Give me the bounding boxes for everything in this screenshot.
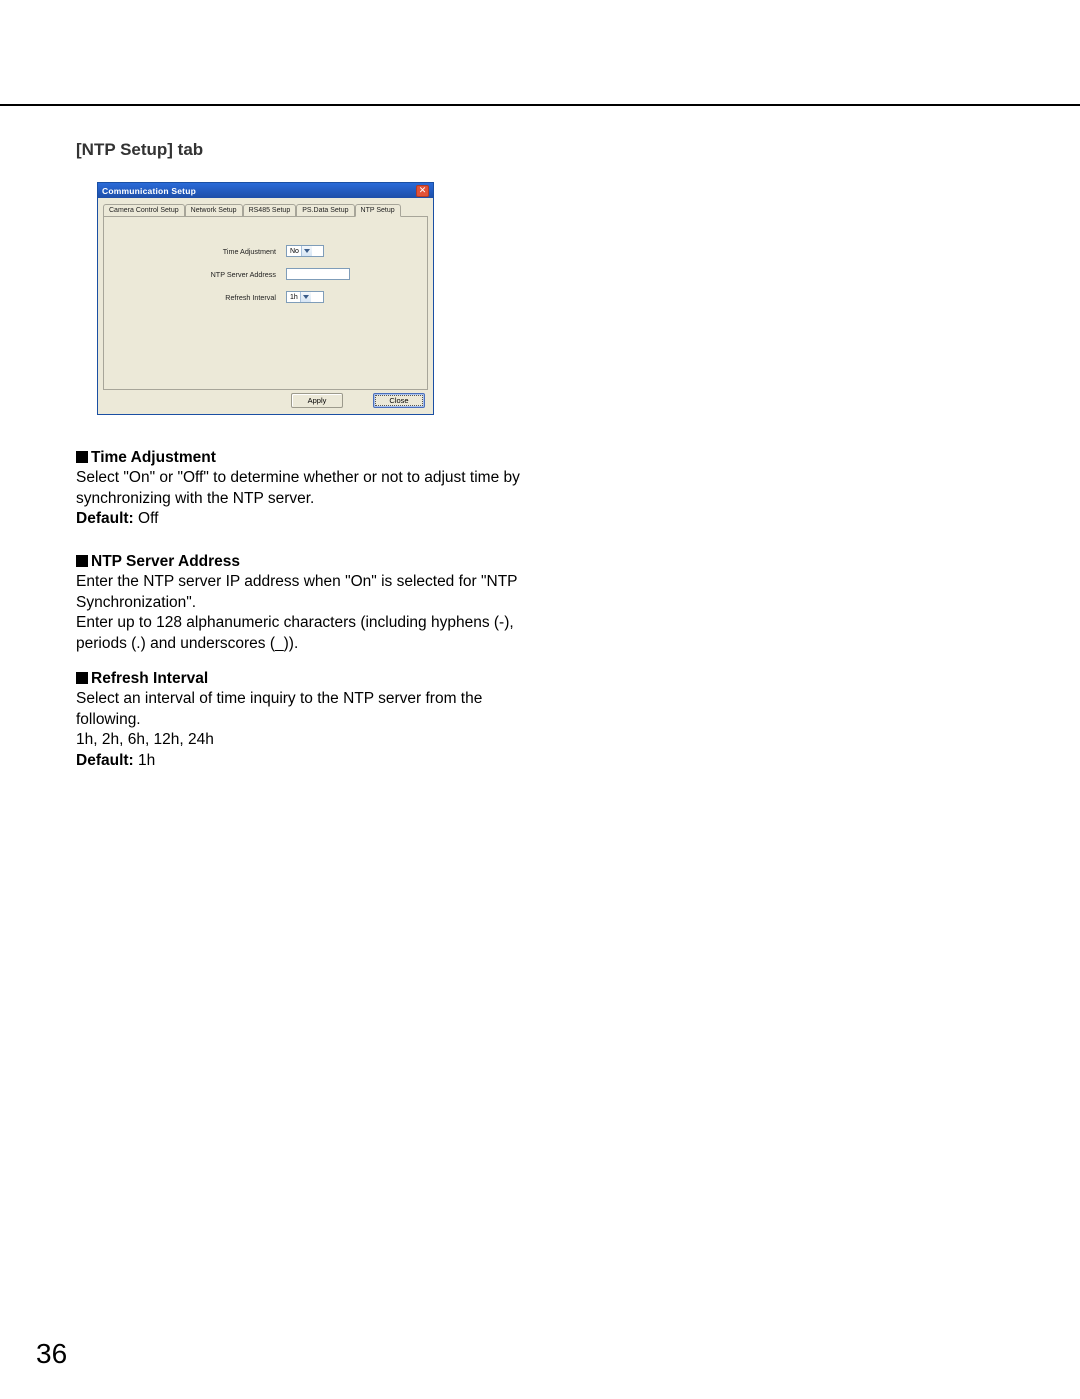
section-title: [NTP Setup] tab xyxy=(76,140,203,160)
communication-setup-dialog: Communication Setup ✕ Camera Control Set… xyxy=(97,182,434,415)
heading-ntp-server-address: NTP Server Address xyxy=(91,553,240,570)
tab-strip: Camera Control Setup Network Setup RS485… xyxy=(103,203,428,216)
label-time-adjustment: Time Adjustment xyxy=(116,247,286,256)
label-ntp-server-address: NTP Server Address xyxy=(116,270,286,279)
paragraph-time-adjustment: Time Adjustment Select "On" or "Off" to … xyxy=(76,448,521,530)
refresh-interval-select[interactable]: 1h xyxy=(286,291,324,303)
row-ntp-server-address: NTP Server Address xyxy=(116,268,415,280)
tab-panel-ntp: Time Adjustment No NTP Server Address Re… xyxy=(103,216,428,390)
square-bullet-icon xyxy=(76,451,88,463)
apply-button[interactable]: Apply xyxy=(291,393,343,408)
row-refresh-interval: Refresh Interval 1h xyxy=(116,291,415,303)
square-bullet-icon xyxy=(76,555,88,567)
chevron-down-icon xyxy=(301,246,312,256)
body-time-adjustment: Select "On" or "Off" to determine whethe… xyxy=(76,469,520,506)
square-bullet-icon xyxy=(76,672,88,684)
default-value: Off xyxy=(134,510,159,527)
heading-time-adjustment: Time Adjustment xyxy=(91,449,216,466)
row-time-adjustment: Time Adjustment No xyxy=(116,245,415,257)
close-icon[interactable]: ✕ xyxy=(416,185,429,197)
dialog-titlebar: Communication Setup ✕ xyxy=(98,183,433,198)
time-adjustment-select[interactable]: No xyxy=(286,245,324,257)
label-refresh-interval: Refresh Interval xyxy=(116,293,286,302)
body-ntp-server-address-2: Enter up to 128 alphanumeric characters … xyxy=(76,614,514,651)
time-adjustment-value: No xyxy=(290,248,299,255)
chevron-down-icon xyxy=(300,292,311,302)
dialog-body: Camera Control Setup Network Setup RS485… xyxy=(98,198,433,395)
heading-refresh-interval: Refresh Interval xyxy=(91,670,208,687)
dialog-title: Communication Setup xyxy=(102,186,196,196)
header-rule xyxy=(0,104,1080,106)
body-refresh-interval: Select an interval of time inquiry to th… xyxy=(76,690,482,727)
body-ntp-server-address-1: Enter the NTP server IP address when "On… xyxy=(76,573,517,610)
paragraph-ntp-server-address: NTP Server Address Enter the NTP server … xyxy=(76,552,521,654)
default-label: Default: xyxy=(76,510,134,527)
document-page: [NTP Setup] tab Communication Setup ✕ Ca… xyxy=(0,0,1080,1399)
dialog-button-row: Apply Close xyxy=(291,393,425,408)
default-label: Default: xyxy=(76,752,134,769)
paragraph-refresh-interval: Refresh Interval Select an interval of t… xyxy=(76,669,521,771)
page-number: 36 xyxy=(36,1338,67,1370)
close-button[interactable]: Close xyxy=(373,393,425,408)
refresh-interval-value: 1h xyxy=(290,294,298,301)
default-value: 1h xyxy=(134,752,156,769)
ntp-server-address-input[interactable] xyxy=(286,268,350,280)
options-refresh-interval: 1h, 2h, 6h, 12h, 24h xyxy=(76,731,214,748)
tab-ntp-setup[interactable]: NTP Setup xyxy=(355,204,401,217)
